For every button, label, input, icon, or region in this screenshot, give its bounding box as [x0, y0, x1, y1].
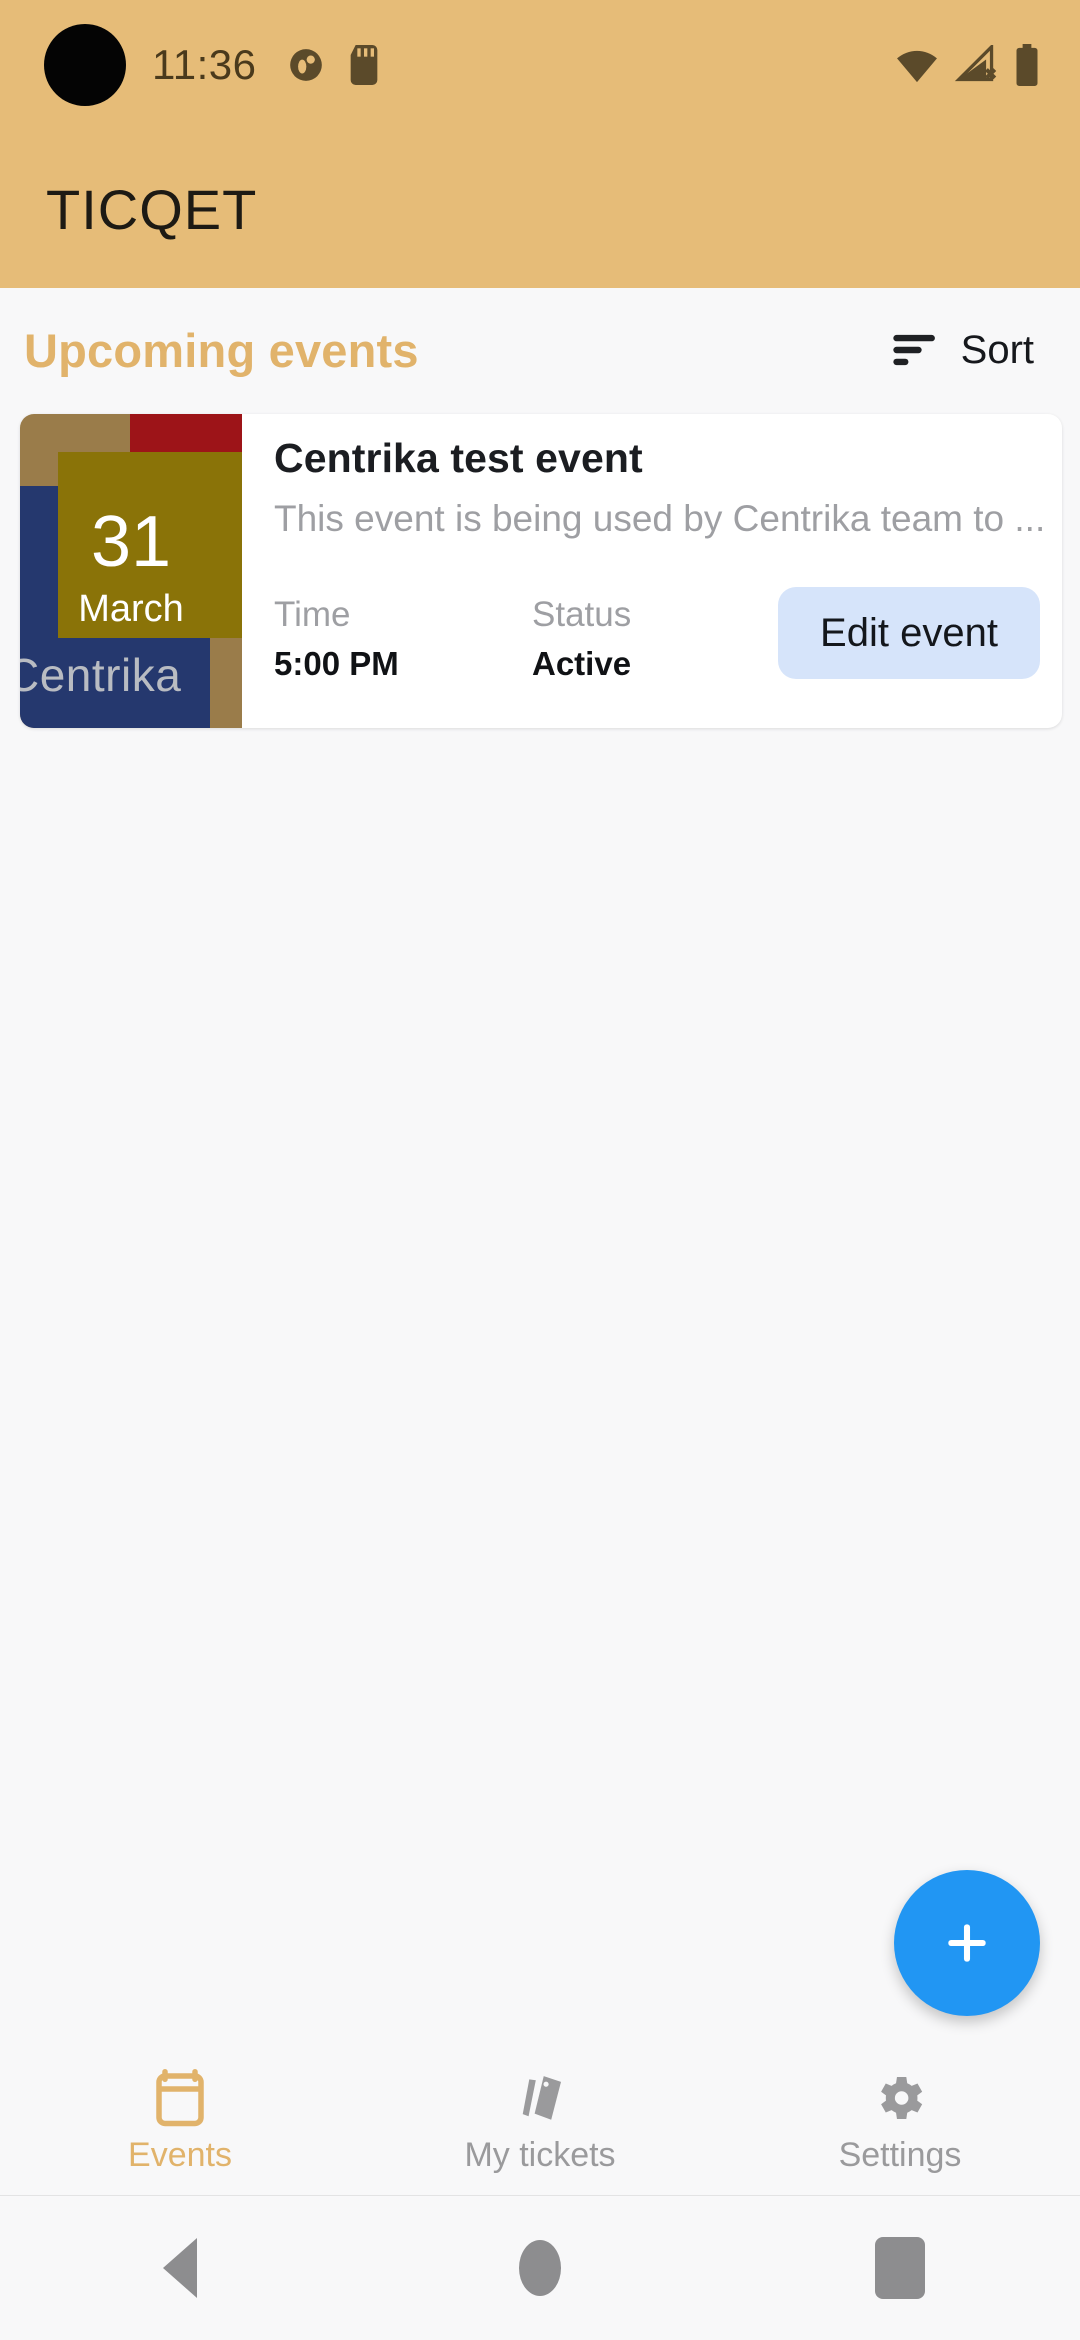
sd-card-icon: [350, 45, 377, 85]
event-time-label: Time: [274, 595, 351, 634]
camera-punch-hole: [44, 24, 126, 106]
event-time-value: 5:00 PM: [274, 645, 399, 682]
tickets-icon: [522, 2075, 561, 2120]
home-button[interactable]: [360, 2240, 720, 2296]
event-meta-row: Time 5:00 PM Status Active: [274, 594, 790, 684]
status-bar-system-icons: [894, 44, 1040, 86]
event-title: Centrika test event: [274, 435, 643, 481]
status-bar-clock: 11:36: [152, 41, 257, 88]
sort-lines-icon: [892, 334, 935, 366]
android-system-nav: [0, 2196, 1080, 2340]
page-title: Upcoming events: [24, 323, 419, 377]
app-title: TICQET: [46, 177, 258, 241]
nav-item-settings[interactable]: Settings: [720, 2044, 1080, 2195]
notification-circle-icon: [289, 49, 322, 81]
home-circle-icon: [519, 2240, 561, 2296]
event-date-month: March: [78, 588, 184, 630]
status-bar: 11:36: [0, 0, 1080, 130]
nav-label-my-tickets: My tickets: [464, 2135, 616, 2174]
event-thumbnail: 31 March Centrika: [20, 414, 242, 728]
cellular-no-signal-icon: [954, 45, 997, 82]
sort-label: Sort: [960, 327, 1034, 372]
phone-screen: 11:36 TICQET Upcoming events Sort 31 Mar…: [0, 0, 1080, 2340]
back-button[interactable]: [0, 2238, 360, 2298]
add-event-fab[interactable]: [894, 1870, 1040, 2016]
gear-icon: [881, 2076, 923, 2119]
calendar-icon: [156, 2068, 204, 2126]
event-card-body: Centrika test event This event is being …: [242, 414, 1062, 728]
plus-icon: [948, 1924, 986, 1962]
battery-icon: [1016, 44, 1038, 86]
back-triangle-icon: [163, 2238, 197, 2298]
thumbnail-brand-text: Centrika: [20, 649, 182, 701]
event-status-column: Status Active: [532, 594, 790, 684]
event-status-label: Status: [532, 595, 632, 634]
nav-item-events[interactable]: Events: [0, 2044, 360, 2195]
nav-label-settings: Settings: [838, 2135, 962, 2174]
section-header: Upcoming events Sort: [0, 288, 1080, 412]
event-date-day: 31: [90, 502, 172, 582]
wifi-icon: [897, 50, 937, 83]
recents-square-icon: [875, 2237, 925, 2299]
sort-button[interactable]: Sort: [892, 327, 1034, 373]
status-badge: Active: [532, 645, 632, 682]
nav-label-events: Events: [128, 2135, 232, 2174]
edit-event-button[interactable]: Edit event: [778, 587, 1040, 679]
nav-item-my-tickets[interactable]: My tickets: [360, 2044, 720, 2195]
app-bar: TICQET: [0, 130, 1080, 288]
status-bar-notification-icons: [287, 45, 381, 85]
event-description: This event is being used by Centrika tea…: [274, 499, 1046, 540]
bottom-navigation: Events My tickets Settings: [0, 2044, 1080, 2196]
event-time-column: Time 5:00 PM: [274, 594, 532, 684]
recents-button[interactable]: [720, 2237, 1080, 2299]
event-card[interactable]: 31 March Centrika Centrika test event Th…: [20, 414, 1062, 728]
